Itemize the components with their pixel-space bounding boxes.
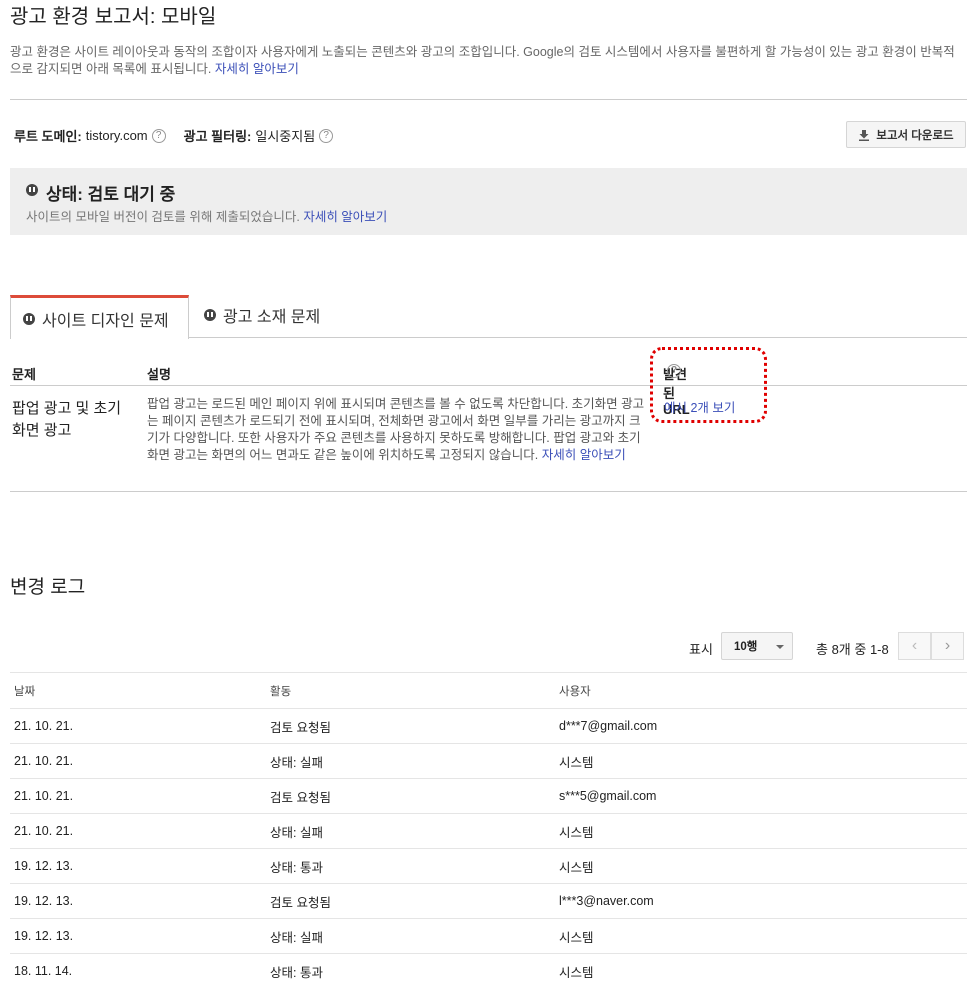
download-report-button[interactable]: 보고서 다운로드 <box>846 121 966 148</box>
cell-user: s***5@gmail.com <box>555 778 967 814</box>
column-header-description: 설명 <box>147 367 171 382</box>
page-range: 총 8개 중 1-8 <box>816 642 889 657</box>
issue-learn-more-link[interactable]: 자세히 알아보기 <box>542 448 626 462</box>
cell-user: d***7@gmail.com <box>555 708 967 744</box>
table-row: 팝업 광고 및 초기화면 광고 팝업 광고는 로드된 메인 페이지 위에 표시되… <box>10 386 967 492</box>
highlight-annotation <box>650 347 767 423</box>
cell-date: 19. 12. 13. <box>10 918 266 954</box>
issues-table-header: 문제 설명 발견된 URL ? <box>10 364 967 417</box>
table-row: 19. 12. 13. 상태: 실패 시스템 <box>10 918 967 954</box>
rows-per-page-value: 10행 <box>734 641 758 653</box>
cell-date: 18. 11. 14. <box>10 953 266 989</box>
chevron-down-icon <box>776 645 784 649</box>
status-learn-more-link[interactable]: 자세히 알아보기 <box>303 210 387 224</box>
cell-user: 시스템 <box>555 743 967 779</box>
divider <box>10 99 967 100</box>
column-header-date: 날짜 <box>10 672 266 709</box>
cell-date: 21. 10. 21. <box>10 813 266 849</box>
issue-description: 팝업 광고는 로드된 메인 페이지 위에 표시되며 콘텐츠를 볼 수 없도록 차… <box>147 396 647 464</box>
help-icon[interactable]: ? <box>319 128 334 143</box>
tab-ad-creative-issues[interactable]: 광고 소재 문제 <box>204 293 320 336</box>
table-row: 21. 10. 21. 상태: 실패 시스템 <box>10 743 967 779</box>
ad-filtering-value: 일시중지됨 <box>255 129 316 144</box>
intro-body: 광고 환경은 사이트 레이아웃과 동작의 조합이자 사용자에게 노출되는 콘텐츠… <box>10 45 955 76</box>
status-heading: 상태: 검토 대기 중 <box>26 180 175 205</box>
column-header-activity: 활동 <box>266 672 555 709</box>
chevron-right-icon: › <box>944 637 951 654</box>
column-header-problem: 문제 <box>12 367 36 382</box>
table-row: 18. 11. 14. 상태: 통과 시스템 <box>10 953 967 989</box>
intro-learn-more-link[interactable]: 자세히 알아보기 <box>215 62 299 76</box>
column-header-user: 사용자 <box>555 672 967 709</box>
cell-date: 19. 12. 13. <box>10 848 266 884</box>
cell-date: 21. 10. 21. <box>10 708 266 744</box>
cell-user: 시스템 <box>555 848 967 884</box>
status-subtitle: 사이트의 모바일 버전이 검토를 위해 제출되었습니다. 자세히 알아보기 <box>26 206 387 225</box>
cell-activity: 검토 요청됨 <box>266 778 555 814</box>
chevron-left-icon: ‹ <box>911 637 918 654</box>
pause-icon <box>204 308 216 321</box>
ad-filtering-label: 광고 필터링: <box>183 129 252 144</box>
intro-text: 광고 환경은 사이트 레이아웃과 동작의 조합이자 사용자에게 노출되는 콘텐츠… <box>10 44 965 78</box>
cell-activity: 상태: 통과 <box>266 848 555 884</box>
cell-activity: 상태: 통과 <box>266 953 555 989</box>
cell-date: 21. 10. 21. <box>10 743 266 779</box>
cell-activity: 상태: 실패 <box>266 743 555 779</box>
changelog-title: 변경 로그 <box>10 577 86 598</box>
cell-activity: 검토 요청됨 <box>266 883 555 919</box>
table-row: 21. 10. 21. 검토 요청됨 d***7@gmail.com <box>10 708 967 744</box>
cell-activity: 검토 요청됨 <box>266 708 555 744</box>
report-meta: 루트 도메인: tistory.com ? 광고 필터링: 일시중지됨 ? <box>14 126 334 145</box>
tab-site-design-issues[interactable]: 사이트 디자인 문제 <box>10 295 189 339</box>
rows-per-page-select[interactable]: 10행 <box>721 632 793 660</box>
next-page-button[interactable]: › <box>931 632 964 660</box>
page-title: 광고 환경 보고서: 모바일 <box>10 6 217 28</box>
cell-activity: 상태: 실패 <box>266 918 555 954</box>
table-row: 19. 12. 13. 검토 요청됨 l***3@naver.com <box>10 883 967 919</box>
changelog-table: 날짜 활동 사용자 21. 10. 21. 검토 요청됨 d***7@gmail… <box>10 672 967 989</box>
cell-user: 시스템 <box>555 953 967 989</box>
cell-date: 21. 10. 21. <box>10 778 266 814</box>
cell-activity: 상태: 실패 <box>266 813 555 849</box>
cell-date: 19. 12. 13. <box>10 883 266 919</box>
rows-per-page-label: 표시 <box>689 642 713 657</box>
table-header-row: 날짜 활동 사용자 <box>10 672 967 709</box>
changelog-pager: 표시 10행 총 8개 중 1-8 ‹ › <box>0 632 971 660</box>
pause-icon <box>26 183 38 196</box>
table-row: 21. 10. 21. 검토 요청됨 s***5@gmail.com <box>10 778 967 814</box>
help-icon[interactable]: ? <box>151 128 166 143</box>
pause-icon <box>23 312 35 325</box>
status-title: 상태: 검토 대기 중 <box>46 185 176 204</box>
cell-user: l***3@naver.com <box>555 883 967 919</box>
root-domain-value: tistory.com <box>85 128 148 143</box>
table-row: 19. 12. 13. 상태: 통과 시스템 <box>10 848 967 884</box>
table-row: 21. 10. 21. 상태: 실패 시스템 <box>10 813 967 849</box>
status-panel: 상태: 검토 대기 중 사이트의 모바일 버전이 검토를 위해 제출되었습니다.… <box>10 168 967 235</box>
issue-tabs: 사이트 디자인 문제 광고 소재 문제 <box>10 293 967 339</box>
tab-label: 사이트 디자인 문제 <box>42 312 169 330</box>
download-report-label: 보고서 다운로드 <box>876 129 954 142</box>
prev-page-button[interactable]: ‹ <box>898 632 931 660</box>
tab-label: 광고 소재 문제 <box>223 308 321 326</box>
status-subtitle-text: 사이트의 모바일 버전이 검토를 위해 제출되었습니다. <box>26 210 300 224</box>
root-domain-label: 루트 도메인: <box>14 129 82 144</box>
issue-name: 팝업 광고 및 초기화면 광고 <box>12 400 122 439</box>
cell-user: 시스템 <box>555 918 967 954</box>
cell-user: 시스템 <box>555 813 967 849</box>
download-icon <box>859 129 870 141</box>
